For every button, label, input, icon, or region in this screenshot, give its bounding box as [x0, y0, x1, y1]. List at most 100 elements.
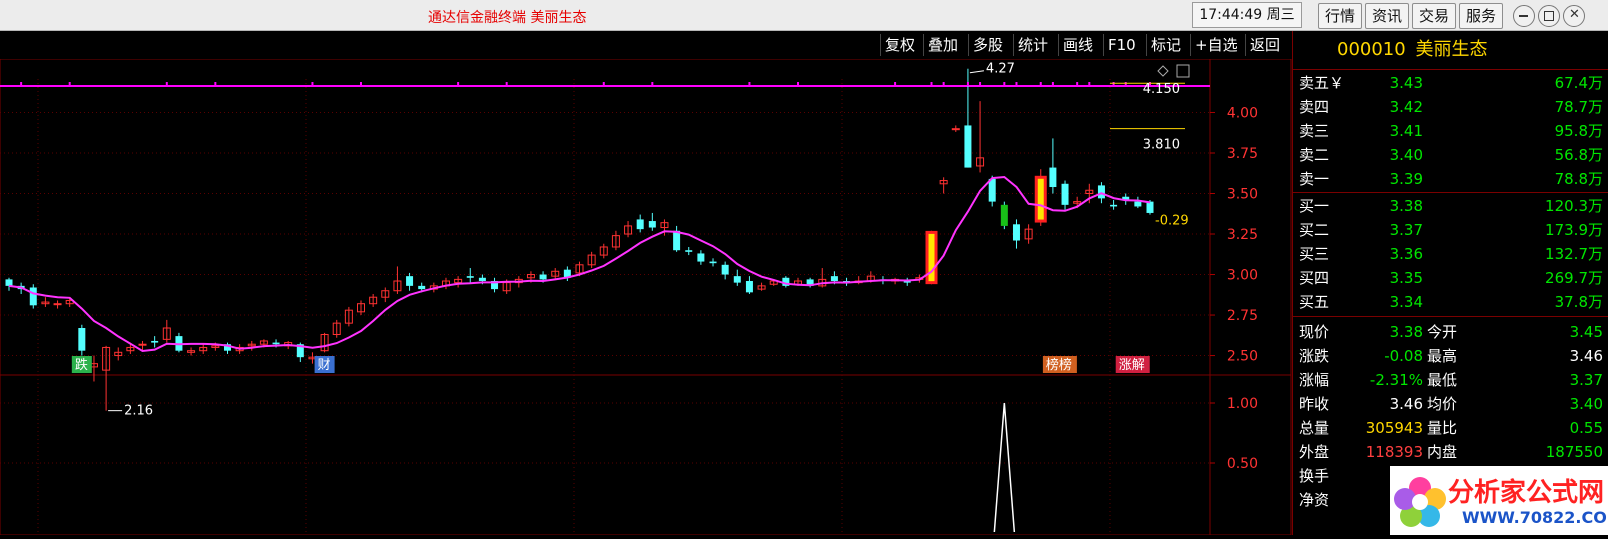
buy-row[interactable]: 买四 3.35 269.7万 [1293, 266, 1608, 290]
sell-price: 3.39 [1389, 170, 1423, 188]
event-label: 财 [318, 358, 331, 373]
toolbar-draw-line[interactable]: 画线 [1058, 34, 1097, 56]
candle-body [951, 128, 960, 131]
stat-value: 305943 [1365, 419, 1423, 437]
quote-panel: 000010 美丽生态 卖五￥ 3.43 67.4万 卖四 3.42 78.7万 卖三 3.4… [1292, 31, 1608, 535]
stat-row: 现价 3.38 今开 3.45 [1293, 320, 1608, 344]
candle-body [272, 342, 280, 345]
candle-body [1134, 201, 1142, 207]
buy-volume: 120.3万 [1545, 197, 1603, 215]
minimize-icon [1519, 15, 1528, 17]
stat-row: 涨幅 -2.31% 最低 3.37 [1293, 368, 1608, 392]
sell-row[interactable]: 卖三 3.41 95.8万 [1293, 119, 1608, 143]
toolbar-fuquan[interactable]: 复权 [880, 34, 919, 56]
buy-row[interactable]: 买五 3.34 37.8万 [1293, 290, 1608, 314]
toolbar-statistics[interactable]: 统计 [1013, 34, 1052, 56]
sell-price: 3.41 [1389, 122, 1423, 140]
close-button[interactable]: ✕ [1563, 5, 1585, 27]
stat-label: 均价 [1427, 395, 1458, 413]
candle-body [78, 328, 86, 351]
stats-divider [1293, 316, 1608, 317]
clock: 17:44:49 周三 [1192, 2, 1302, 28]
toolbar-mark[interactable]: 标记 [1146, 34, 1185, 56]
low-label: 2.16 [124, 404, 153, 419]
stat-value: 3.38 [1389, 323, 1423, 341]
buy-row[interactable]: 买三 3.36 132.7万 [1293, 242, 1608, 266]
candle-body [5, 279, 13, 286]
stat-label: 净资 [1299, 491, 1330, 509]
stat-row: 总量 305943 量比 0.55 [1293, 416, 1608, 440]
candle-body [636, 219, 644, 230]
minimize-button[interactable] [1513, 5, 1535, 27]
candle-body [721, 264, 729, 275]
stat-value: -2.31% [1369, 371, 1423, 389]
price-tick-label: 3.50 [1227, 187, 1258, 203]
toolbar-back[interactable]: 返回 [1245, 34, 1284, 56]
book-divider [1293, 192, 1608, 193]
sell-row[interactable]: 卖五￥ 3.43 67.4万 [1293, 71, 1608, 95]
stat-value: 3.46 [1569, 347, 1603, 365]
maximize-button[interactable] [1538, 5, 1560, 27]
buy-row[interactable]: 买二 3.37 173.9万 [1293, 218, 1608, 242]
quote-button[interactable]: 行情 [1318, 3, 1363, 29]
stat-value: 0.55 [1569, 419, 1603, 437]
stat-label: 量比 [1427, 419, 1458, 437]
price-tick-label: 2.75 [1227, 308, 1258, 324]
news-button[interactable]: 资讯 [1365, 3, 1410, 29]
chart-svg: 4.00 3.75 3.50 3.25 3.00 2.75 2.50 4.27 2.16 -0.2… [0, 58, 1292, 536]
price-tick-label: 3.25 [1227, 227, 1258, 243]
candle-body [733, 276, 741, 283]
buy-row[interactable]: 买一 3.38 120.3万 [1293, 194, 1608, 218]
candle-body [648, 221, 656, 228]
stat-value: 3.46 [1389, 395, 1423, 413]
stat-label: 总量 [1299, 419, 1330, 437]
buy-volume: 269.7万 [1545, 269, 1603, 287]
candle-body [1110, 204, 1118, 207]
sell-price: 3.42 [1389, 98, 1423, 116]
high-pointer [969, 70, 984, 74]
buy-price: 3.36 [1389, 245, 1423, 263]
service-button[interactable]: 服务 [1459, 3, 1504, 29]
flower-icon [1394, 477, 1446, 527]
buy-price: 3.35 [1389, 269, 1423, 287]
candle-body [466, 276, 474, 278]
sell-price: 3.43 [1389, 74, 1423, 92]
candle-body [138, 343, 147, 346]
diamond-icon [1157, 65, 1169, 77]
sell-label: 卖五￥ [1299, 74, 1345, 92]
toolbar-f10[interactable]: F10 [1103, 34, 1140, 56]
buy-label: 买三 [1299, 245, 1330, 263]
toolbar-add-watchlist[interactable]: +自选 [1190, 34, 1242, 56]
candle-body [1049, 167, 1057, 188]
sell-row[interactable]: 卖一 3.39 78.8万 [1293, 167, 1608, 191]
toolbar-multi-stock[interactable]: 多股 [968, 34, 1007, 56]
stat-value: 187550 [1545, 443, 1603, 461]
stat-label: 外盘 [1299, 443, 1330, 461]
stat-label: 现价 [1299, 323, 1330, 341]
toolbar-overlay[interactable]: 叠加 [923, 34, 962, 56]
sell-label: 卖二 [1299, 146, 1330, 164]
price-tick-label: 3.00 [1227, 268, 1258, 284]
indicator-tick-label: 1.00 [1227, 396, 1258, 412]
stat-label: 昨收 [1299, 395, 1330, 413]
candle-body [53, 303, 62, 306]
stat-row: 外盘 118393 内盘 187550 [1293, 440, 1608, 464]
app-title: 通达信金融终端 美丽生态 [428, 10, 587, 26]
buy-volume: 132.7万 [1545, 245, 1603, 263]
stock-header: 000010 美丽生态 [1293, 31, 1608, 70]
sell-row[interactable]: 卖二 3.40 56.8万 [1293, 143, 1608, 167]
level2-label: 3.810 [1143, 137, 1180, 152]
sell-label: 卖四 [1299, 98, 1330, 116]
kline-chart[interactable]: 4.00 3.75 3.50 3.25 3.00 2.75 2.50 4.27 2.16 -0.2… [0, 58, 1292, 536]
candle-body [539, 274, 547, 280]
sell-row[interactable]: 卖四 3.42 78.7万 [1293, 95, 1608, 119]
buy-label: 买一 [1299, 197, 1330, 215]
buy-label: 买四 [1299, 269, 1330, 287]
candle-body [29, 287, 37, 306]
site-logo: 分析家公式网 WWW.70822.COM [1390, 466, 1608, 535]
stock-name: 美丽生态 [1415, 39, 1488, 60]
logo-url: WWW.70822.COM [1462, 508, 1608, 527]
sell-label: 卖一 [1299, 170, 1330, 188]
candle-body [745, 281, 753, 293]
trade-button[interactable]: 交易 [1412, 3, 1457, 29]
